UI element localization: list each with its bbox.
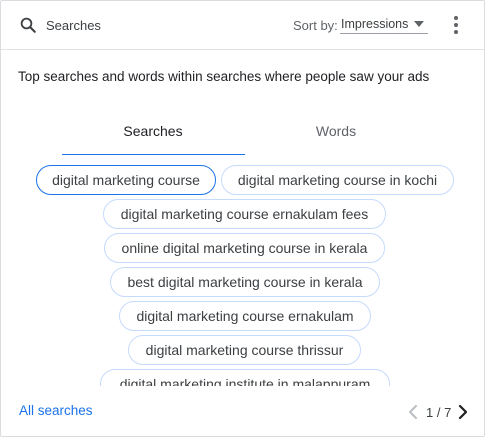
search-chip[interactable]: digital marketing course in kochi	[221, 165, 454, 195]
active-tab-indicator	[62, 154, 245, 155]
top-searches-card: Searches Sort by: Impressions Top search…	[0, 0, 485, 437]
more-vert-icon	[454, 16, 458, 20]
search-chip[interactable]: digital marketing course	[36, 165, 216, 195]
chevron-down-icon	[414, 21, 424, 27]
search-chip[interactable]: digital marketing course thrissur	[128, 335, 361, 365]
page-indicator: 1 / 7	[426, 405, 452, 420]
search-chips-list: digital marketing course digital marketi…	[1, 164, 484, 386]
more-options-button[interactable]	[447, 14, 465, 36]
search-chip[interactable]: online digital marketing course in keral…	[104, 233, 385, 263]
search-icon	[20, 17, 36, 33]
search-chip[interactable]: digital marketing course ernakulam	[119, 301, 371, 331]
sort-by-value: Impressions	[341, 17, 409, 31]
card-description: Top searches and words within searches w…	[18, 69, 430, 84]
sort-by-dropdown[interactable]: Impressions	[340, 14, 428, 34]
search-chip[interactable]: digital marketing institute in malappura…	[100, 369, 390, 386]
search-chip[interactable]: digital marketing course ernakulam fees	[103, 199, 386, 229]
card-title: Searches	[46, 18, 101, 33]
chevron-right-icon[interactable]	[457, 404, 469, 420]
search-chip[interactable]: best digital marketing course in kerala	[110, 267, 380, 297]
sort-by-label: Sort by:	[293, 18, 338, 33]
chevron-left-icon[interactable]	[407, 404, 419, 420]
all-searches-link[interactable]: All searches	[19, 403, 93, 418]
tab-words[interactable]: Words	[245, 123, 427, 155]
card-header: Searches Sort by: Impressions	[1, 1, 484, 50]
tab-searches[interactable]: Searches	[62, 123, 244, 155]
